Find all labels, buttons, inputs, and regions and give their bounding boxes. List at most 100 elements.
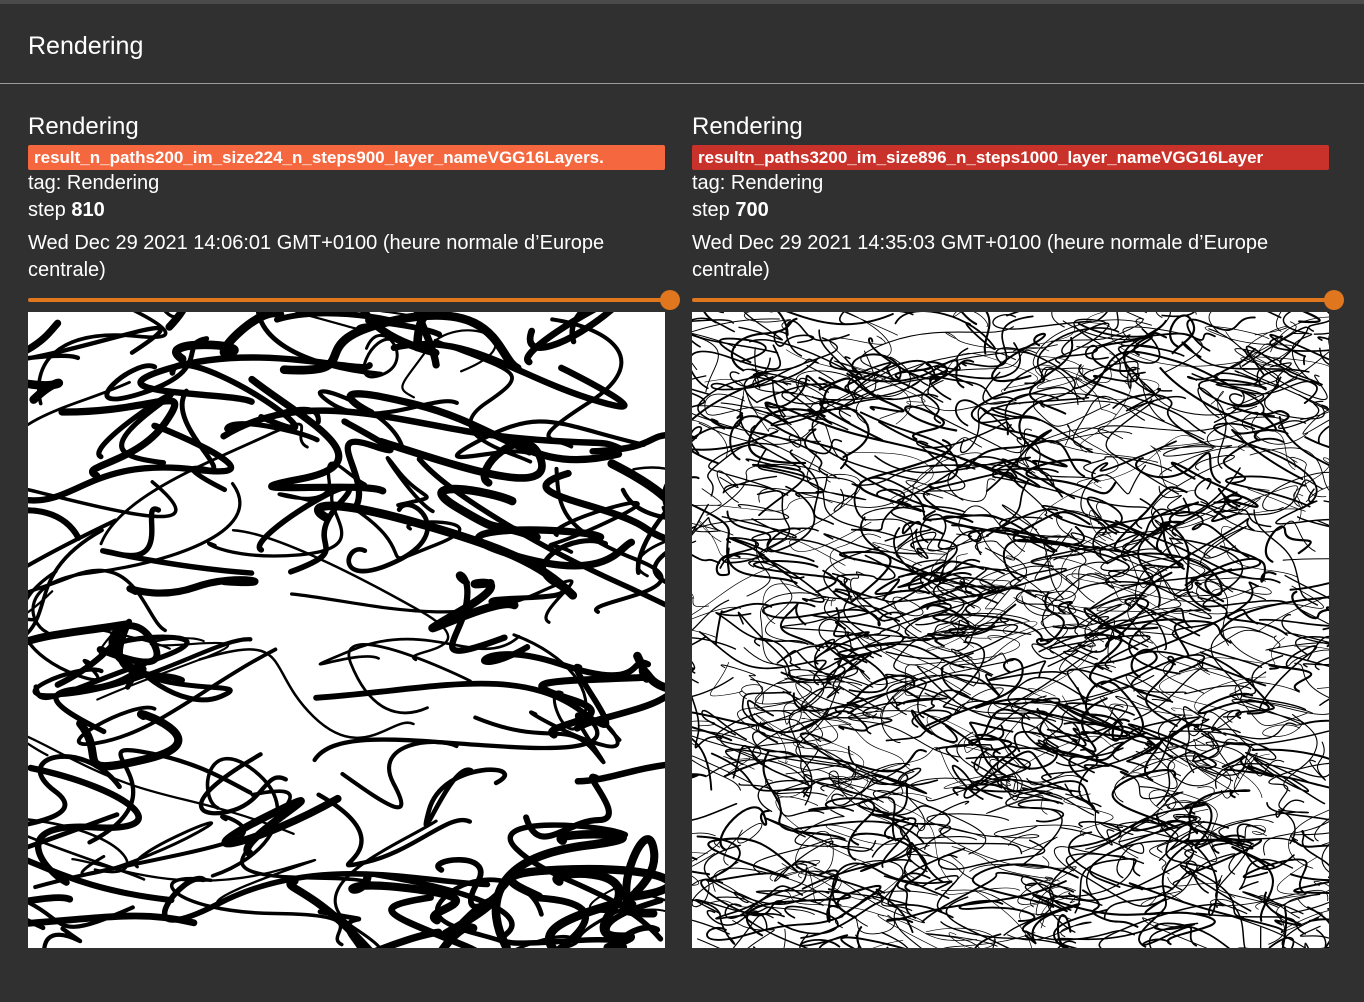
ink-stroke (1309, 741, 1326, 781)
ink-stroke (481, 644, 652, 679)
ink-stroke (1103, 870, 1209, 920)
ink-stroke (347, 643, 472, 715)
ink-stroke (1083, 456, 1173, 475)
ink-stroke (950, 648, 994, 687)
card-title: Rendering (28, 113, 139, 140)
ink-stroke (692, 503, 709, 534)
ink-stroke (785, 320, 850, 357)
ink-stroke (916, 421, 1016, 449)
ink-stroke (1231, 428, 1304, 480)
ink-stroke (1268, 649, 1329, 668)
tag-label: tag: Rendering (28, 172, 160, 194)
ink-stroke (1125, 387, 1187, 412)
ink-stroke (1195, 312, 1197, 315)
ink-stroke (692, 476, 700, 480)
ink-stroke (993, 824, 1082, 846)
slider-thumb[interactable] (660, 290, 680, 310)
ink-stroke (1040, 400, 1205, 441)
ink-stroke (692, 596, 717, 638)
ink-stroke (126, 576, 259, 597)
ink-stroke (76, 709, 183, 771)
ink-stroke (692, 593, 695, 599)
run-name-badge: result_n_paths200_im_size224_n_steps900_… (28, 145, 665, 170)
slider-track[interactable] (692, 298, 1329, 302)
ink-stroke (1281, 614, 1329, 645)
ink-stroke (789, 449, 834, 525)
ink-stroke (1094, 650, 1267, 687)
step-value: 810 (71, 199, 105, 221)
ink-stroke (1078, 364, 1206, 434)
ink-stroke (1319, 347, 1329, 366)
section-header[interactable]: Rendering (0, 4, 1364, 84)
ink-stroke (916, 800, 977, 841)
ink-stroke (574, 761, 665, 785)
ink-stroke (42, 926, 83, 948)
step-slider[interactable] (692, 290, 1344, 310)
slider-track[interactable] (28, 298, 665, 302)
ink-stroke (894, 312, 996, 351)
ink-stroke (1301, 830, 1329, 879)
ink-stroke (722, 475, 789, 496)
ink-stroke (799, 732, 939, 787)
ink-stroke (1082, 889, 1139, 928)
ink-stroke (1098, 903, 1218, 948)
ink-stroke (707, 444, 769, 497)
rendered-image (692, 312, 1329, 948)
ink-stroke (1226, 351, 1329, 410)
step-label: step (28, 199, 66, 221)
ink-stroke (692, 637, 737, 684)
ink-stroke (843, 312, 898, 358)
section-title: Rendering (28, 32, 144, 60)
ink-stroke (1142, 917, 1208, 948)
run-name-badge: resultn_paths3200_im_size896_n_steps1000… (692, 145, 1329, 170)
ink-stroke (853, 914, 895, 935)
ink-stroke (28, 735, 295, 835)
ink-stroke (1298, 312, 1321, 324)
ink-stroke (340, 739, 459, 810)
ink-stroke (1188, 789, 1251, 835)
ink-stroke (692, 851, 708, 854)
ink-stroke (100, 506, 255, 576)
ink-stroke (692, 599, 730, 669)
ink-stroke (718, 312, 724, 314)
wall-time: Wed Dec 29 2021 14:35:03 GMT+0100 (heure… (692, 232, 1269, 281)
ink-stroke (723, 823, 763, 866)
rendered-image (28, 312, 665, 948)
ink-stroke (1289, 873, 1329, 894)
image-card-2: Rendering resultn_paths3200_im_size896_n… (692, 112, 1344, 948)
ink-stroke (1100, 822, 1194, 876)
ink-stroke (423, 767, 508, 828)
ink-stroke (28, 422, 235, 504)
ink-stroke (692, 838, 721, 867)
slider-thumb[interactable] (1324, 290, 1344, 310)
ink-stroke (836, 884, 882, 919)
card-title: Rendering (692, 113, 803, 140)
ink-stroke (1030, 545, 1109, 568)
ink-stroke (1263, 818, 1329, 856)
tag-label: tag: Rendering (692, 172, 824, 194)
ink-stroke (752, 946, 756, 948)
ink-stroke (428, 578, 519, 633)
step-info: step 810 (28, 197, 665, 224)
ink-stroke (738, 312, 783, 341)
step-slider[interactable] (28, 290, 680, 310)
ink-stroke (28, 507, 82, 541)
wall-time: Wed Dec 29 2021 14:06:01 GMT+0100 (heure… (28, 232, 605, 281)
ink-stroke (1112, 312, 1119, 331)
step-label: step (692, 199, 730, 221)
ink-stroke (1304, 929, 1327, 948)
ink-stroke (1223, 768, 1329, 789)
ink-stroke (1318, 425, 1329, 444)
ink-stroke (692, 737, 713, 791)
ink-stroke (732, 920, 775, 948)
image-card-1: Rendering result_n_paths200_im_size224_n… (28, 112, 680, 948)
ink-stroke (1268, 762, 1329, 811)
ink-stroke (1135, 623, 1178, 644)
ink-stroke (692, 803, 738, 821)
ink-stroke (290, 579, 574, 624)
ink-stroke (692, 773, 707, 779)
step-info: step 700 (692, 197, 1329, 224)
ink-stroke (1327, 907, 1329, 910)
ink-stroke (718, 337, 767, 364)
ink-stroke (1161, 312, 1282, 319)
